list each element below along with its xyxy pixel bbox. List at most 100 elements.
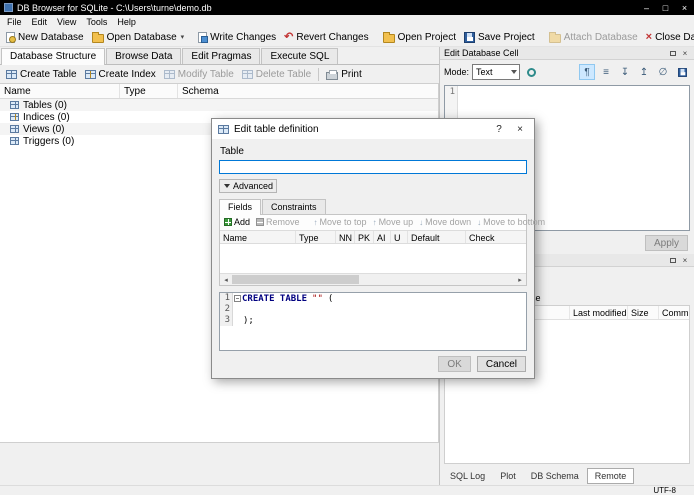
app-icon (4, 3, 13, 12)
close-database-icon: × (645, 30, 653, 43)
tab-db-schema[interactable]: DB Schema (524, 469, 586, 483)
save-cell-icon[interactable] (674, 64, 690, 80)
auto-format-icon[interactable] (523, 64, 539, 80)
fields-grid-header: Name Type NN PK AI U Default Check (220, 229, 526, 244)
open-project-button[interactable]: Open Project (379, 31, 460, 44)
move-to-top-button[interactable]: ↑ Move to top (312, 217, 369, 227)
maximize-button[interactable]: □ (656, 0, 675, 15)
menu-file[interactable]: File (2, 16, 27, 28)
bottom-dock-area (0, 443, 439, 485)
sql-line-2: 2 (220, 304, 526, 316)
import-icon[interactable]: ↧ (617, 64, 633, 80)
dialog-tabbar: Fields Constraints (219, 198, 527, 215)
remove-field-button[interactable]: Remove (254, 217, 302, 227)
create-index-icon (84, 69, 96, 79)
float-panel-icon[interactable] (667, 48, 679, 59)
create-table-button[interactable]: Create Table (2, 68, 81, 81)
tab-plot[interactable]: Plot (493, 469, 523, 483)
horizontal-scrollbar[interactable]: ◂ ▸ (220, 273, 526, 286)
remote-column-commit[interactable]: Comm (659, 306, 689, 319)
sql-line-1: 1 CREATE TABLE "" ( (220, 293, 526, 305)
fold-marker-icon[interactable] (234, 295, 241, 303)
close-database-button[interactable]: × Close Database (642, 31, 694, 44)
scroll-left-icon[interactable]: ◂ (220, 274, 232, 285)
tab-browse-data[interactable]: Browse Data (106, 48, 182, 64)
dialog-body: Table Advanced Fields Constraints Add Re… (212, 139, 545, 378)
delete-table-button[interactable]: Delete Table (238, 68, 315, 81)
tab-edit-pragmas[interactable]: Edit Pragmas (182, 48, 261, 64)
dialog-close-button[interactable]: × (512, 124, 528, 135)
open-database-button[interactable]: Open Database ▾ (88, 31, 189, 44)
revert-changes-button[interactable]: ↶ Revert Changes (280, 31, 372, 44)
chevron-down-icon[interactable]: ▾ (181, 33, 185, 41)
titlebar: DB Browser for SQLite - C:\Users\turne\d… (0, 0, 694, 15)
add-field-button[interactable]: Add (222, 217, 252, 227)
menu-tools[interactable]: Tools (81, 16, 112, 28)
move-to-top-icon: ↑ (313, 217, 318, 227)
remote-column-last-modified[interactable]: Last modified (570, 306, 628, 319)
column-u: U (391, 230, 408, 243)
new-database-button[interactable]: New Database (2, 31, 88, 44)
sql-paren: ( (327, 293, 334, 304)
column-pk: PK (355, 230, 374, 243)
advanced-toggle-button[interactable]: Advanced (219, 179, 277, 193)
new-database-icon (6, 31, 16, 43)
move-down-button[interactable]: ↓ Move down (417, 217, 473, 227)
set-null-icon[interactable]: ∅ (655, 64, 671, 80)
fields-toolbar: Add Remove ↑ Move to top ↑ Move up ↓ Mov… (220, 215, 545, 230)
apply-button[interactable]: Apply (644, 235, 688, 251)
minimize-button[interactable]: – (637, 0, 656, 15)
scrollbar-track[interactable] (232, 274, 514, 285)
cancel-button[interactable]: Cancel (476, 356, 526, 372)
main-toolbar: New Database Open Database ▾ Write Chang… (0, 28, 694, 47)
save-project-button[interactable]: Save Project (460, 31, 539, 44)
ok-button[interactable]: OK (438, 356, 471, 372)
mode-select[interactable]: Text (472, 64, 521, 80)
close-panel-icon[interactable]: × (679, 255, 691, 266)
attach-database-button[interactable]: Attach Database (545, 31, 642, 44)
text-format-icon[interactable]: ≡ (598, 64, 614, 80)
remote-column-size[interactable]: Size (628, 306, 659, 319)
move-up-icon: ↑ (372, 217, 377, 227)
window-title: DB Browser for SQLite - C:\Users\turne\d… (17, 2, 212, 13)
tree-column-type[interactable]: Type (120, 84, 178, 98)
float-panel-icon[interactable] (667, 255, 679, 266)
create-index-button[interactable]: Create Index (81, 68, 160, 81)
structure-toolbar: Create Table Create Index Modify Table D… (0, 65, 439, 83)
delete-table-icon (241, 69, 253, 79)
tab-sql-log[interactable]: SQL Log (443, 469, 492, 483)
modify-table-button[interactable]: Modify Table (160, 68, 238, 81)
tab-fields[interactable]: Fields (219, 198, 262, 215)
tree-item-tables[interactable]: Tables (0) (0, 99, 438, 111)
print-button[interactable]: Print (322, 68, 366, 81)
write-changes-button[interactable]: Write Changes (194, 31, 280, 44)
fields-grid-body[interactable] (220, 243, 526, 274)
column-check: Check (469, 232, 495, 243)
tab-remote[interactable]: Remote (586, 467, 635, 484)
tab-database-structure[interactable]: Database Structure (1, 48, 106, 65)
tab-constraints[interactable]: Constraints (262, 198, 326, 214)
menu-view[interactable]: View (52, 16, 81, 28)
close-panel-icon[interactable]: × (679, 48, 691, 59)
close-button[interactable]: × (675, 0, 694, 15)
column-name: Name (220, 230, 296, 243)
menu-edit[interactable]: Edit (27, 16, 53, 28)
scrollbar-thumb[interactable] (232, 275, 359, 285)
move-to-bottom-button[interactable]: ↓ Move to bottom (475, 217, 547, 227)
edit-cell-panel-title: Edit Database Cell (444, 48, 519, 58)
tree-header: Name Type Schema (0, 84, 438, 99)
export-icon[interactable]: ↥ (636, 64, 652, 80)
table-name-input[interactable] (219, 160, 527, 175)
menu-help[interactable]: Help (112, 16, 141, 28)
tree-column-name[interactable]: Name (0, 84, 120, 98)
move-up-button[interactable]: ↑ Move up (371, 217, 416, 227)
tab-execute-sql[interactable]: Execute SQL (261, 48, 339, 64)
sql-preview[interactable]: 1 CREATE TABLE "" ( 2 3 ); (219, 292, 527, 351)
scroll-right-icon[interactable]: ▸ (514, 274, 526, 285)
dialog-help-button[interactable]: ? (491, 124, 507, 135)
tree-column-schema[interactable]: Schema (178, 84, 438, 98)
save-project-icon (464, 31, 475, 43)
encoding-indicator[interactable]: UTF-8 (653, 486, 676, 495)
word-wrap-icon[interactable]: ¶ (579, 64, 595, 80)
dialog-buttons: OK Cancel (219, 356, 527, 372)
